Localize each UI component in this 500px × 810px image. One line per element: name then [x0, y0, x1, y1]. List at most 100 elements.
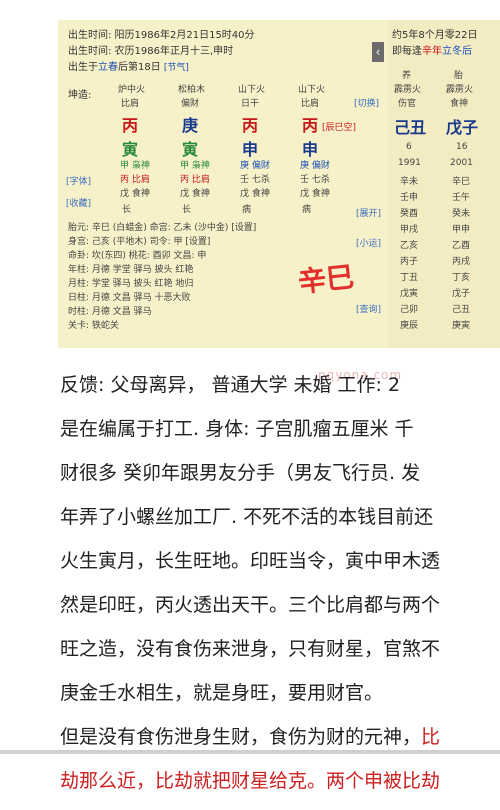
- birth-time-solar: 出生时间: 阳历1986年2月21日15时40分: [68, 30, 255, 41]
- liunian-b-5: 丙戌: [452, 257, 471, 267]
- guan-sha: 关卡: 铁蛇关: [68, 321, 119, 331]
- liunian-b-8: 己丑: [452, 305, 471, 315]
- solar-term-line: 出生于立春后第18日 [节气]: [68, 62, 189, 73]
- yue-zhu-shensha: 月柱: 学堂 驿马 披头 红艳 地归: [68, 279, 194, 289]
- hidden2-3: 壬 七杀: [300, 175, 330, 185]
- liunian-a-5: 丙子: [400, 257, 419, 267]
- switch-link[interactable]: [切换]: [354, 96, 379, 109]
- nian-zhu-shensha: 年柱: 月德 学堂 驿马 披头 红艳: [68, 265, 194, 275]
- liunian-a-4: 乙亥: [400, 241, 419, 251]
- text-line: 火生寅月，长生旺地。印旺当令，寅中甲木透: [60, 550, 441, 572]
- liunian-a-2: 癸酉: [400, 209, 419, 219]
- article-paragraph-analysis: 火生寅月，长生旺地。印旺当令，寅中甲木透 然是印旺，丙火透出天干。三个比肩都与两…: [60, 546, 500, 709]
- liunian-b-7: 戊子: [452, 289, 471, 299]
- liunian-b-4: 乙酉: [452, 241, 471, 251]
- liunian-a-0: 辛未: [400, 177, 419, 187]
- hidden2-2: 壬 七杀: [240, 175, 270, 185]
- text-line: 但是没有食伤泄身生财，食伤为财的元神，比: [60, 726, 441, 748]
- liunian-b-6: 丁亥: [452, 273, 471, 283]
- liunian-a-7: 戊寅: [400, 289, 419, 299]
- text-line: 然是印旺，丙火透出天干。三个比肩都与两个: [60, 594, 441, 616]
- branch-day: 申: [242, 140, 259, 159]
- liunian-b-3: 甲申: [452, 225, 471, 235]
- text-line: 反馈: 父母离异， 普通大学 未婚 工作: 2: [60, 374, 401, 396]
- text-line: 年弄了小螺丝加工厂. 不死不活的本钱目前还: [60, 506, 434, 528]
- jieqi-link[interactable]: [节气]: [164, 63, 189, 73]
- nayin-2: 山下火: [238, 85, 266, 95]
- dayun-age-1: 16: [456, 142, 468, 152]
- hidden1-3: 庚 偏财: [300, 161, 330, 171]
- hidden2-0: 丙 比肩: [120, 175, 150, 185]
- query-link[interactable]: [查询]: [356, 302, 381, 315]
- hidden1-2: 庚 偏财: [240, 161, 270, 171]
- liunian-a-3: 甲戌: [400, 225, 419, 235]
- stage-3: 病: [302, 205, 312, 215]
- liunian-b-9: 庚寅: [452, 321, 471, 331]
- stem-month: 庚: [182, 116, 199, 135]
- row-label: 坤造:: [68, 90, 92, 101]
- liunian-b-0: 辛巳: [452, 177, 471, 187]
- dayun-tengshen-0: 伤官: [398, 99, 417, 109]
- ri-zhu-shensha: 日柱: 月德 文昌 驿马 十恶大败: [68, 293, 191, 303]
- hidden3-2: 戊 食神: [240, 189, 270, 199]
- stem-hour: 丙: [302, 116, 319, 135]
- branch-hour: 申: [302, 140, 319, 159]
- bazi-chart-screenshot: 出生时间: 阳历1986年2月21日15时40分 出生时间: 农历1986年正月…: [58, 20, 500, 348]
- dayun-top-0: 养: [402, 71, 412, 81]
- text-line: 庚金壬水相生，就是身旺，要用财官。: [60, 682, 384, 704]
- favorite-link[interactable]: [收藏]: [66, 196, 91, 209]
- liunian-b-1: 壬午: [452, 193, 471, 203]
- big-stamp-text: 辛巳: [296, 260, 356, 299]
- dayun-ganzhi-1: 戊子: [446, 118, 479, 137]
- tai-yuan: 胎元: 辛巳 (白蜡金) 命宫: 乙未 (沙中金) [设置]: [68, 223, 257, 233]
- hidden3-1: 戊 食神: [180, 189, 210, 199]
- ming-gua: 命卦: 坎(东四) 桃花: 酉卯 文昌: 申: [68, 251, 207, 261]
- tengshen-0: 比肩: [121, 99, 140, 109]
- dayun-start-detail: 即每逢辛年立冬后: [392, 46, 472, 57]
- bottom-divider: [0, 750, 500, 754]
- nayin-3: 山下火: [298, 85, 326, 95]
- stem-day: 丙: [242, 116, 259, 135]
- dayun-ganzhi-0: 己丑: [394, 118, 427, 137]
- tengshen-2: 日干: [241, 99, 260, 109]
- liunian-b-2: 癸未: [452, 209, 471, 219]
- dayun-tengshen-1: 食神: [450, 99, 469, 109]
- expand-link[interactable]: [展开]: [356, 206, 381, 219]
- kongwang-note: [辰巳空]: [322, 123, 357, 133]
- shen-gong: 身宫: 己亥 (平地木) 司令: 甲 [设置]: [68, 237, 211, 247]
- xiaoyun-link[interactable]: [小运]: [356, 236, 381, 249]
- liunian-a-1: 壬申: [400, 193, 419, 203]
- nayin-0: 炉中火: [118, 85, 146, 95]
- stem-year: 丙: [122, 116, 139, 135]
- hidden3-3: 戊 食神: [300, 189, 330, 199]
- font-link[interactable]: [字体]: [66, 174, 91, 187]
- dayun-nayin-1: 霹雳火: [446, 85, 474, 95]
- birth-time-lunar: 出生时间: 农历1986年正月十三,申时: [68, 46, 234, 57]
- hidden1-0: 甲 枭神: [120, 161, 150, 171]
- collapse-arrow-icon[interactable]: ‹: [372, 42, 384, 62]
- branch-month: 寅: [182, 140, 199, 159]
- article-body: 反馈: 父母离异， 普通大学 未婚 工作: 2 是在编属于打工. 身体: 子宫肌…: [60, 370, 500, 810]
- dayun-start-info: 约5年8个月零22日: [392, 30, 478, 41]
- hidden1-1: 甲 枭神: [180, 161, 210, 171]
- shi-zhu-shensha: 时柱: 月德 文昌 驿马: [68, 307, 152, 317]
- stage-0: 长: [122, 205, 132, 215]
- liunian-a-9: 庚辰: [400, 321, 419, 331]
- tengshen-3: 比肩: [301, 99, 320, 109]
- text-line: 是在编属于打工. 身体: 子宫肌瘤五厘米 千: [60, 418, 414, 440]
- article-paragraph-feedback: 反馈: 父母离异， 普通大学 未婚 工作: 2 是在编属于打工. 身体: 子宫肌…: [60, 370, 500, 533]
- text-line: 旺之造，没有食伤来泄身，只有财星，官煞不: [60, 638, 441, 660]
- nayin-1: 松柏木: [178, 85, 206, 95]
- dayun-age-0: 6: [406, 142, 412, 152]
- hidden3-0: 戊 食神: [120, 189, 150, 199]
- dayun-top-1: 胎: [454, 71, 464, 81]
- branch-year: 寅: [122, 140, 139, 159]
- dayun-year-1: 2001: [450, 158, 473, 168]
- tengshen-1: 偏财: [181, 99, 200, 109]
- dayun-year-0: 1991: [398, 158, 421, 168]
- text-line: 财很多 癸卯年跟男友分手（男友飞行员. 发: [60, 462, 421, 484]
- stage-2: 病: [242, 205, 252, 215]
- text-line-highlight: 劫那么近，比劫就把财星给克。两个申被比劫: [60, 770, 441, 792]
- liunian-a-6: 丁丑: [400, 273, 419, 283]
- article-paragraph-conclusion: 但是没有食伤泄身生财，食伤为财的元神，比 劫那么近，比劫就把财星给克。两个申被比…: [60, 722, 500, 797]
